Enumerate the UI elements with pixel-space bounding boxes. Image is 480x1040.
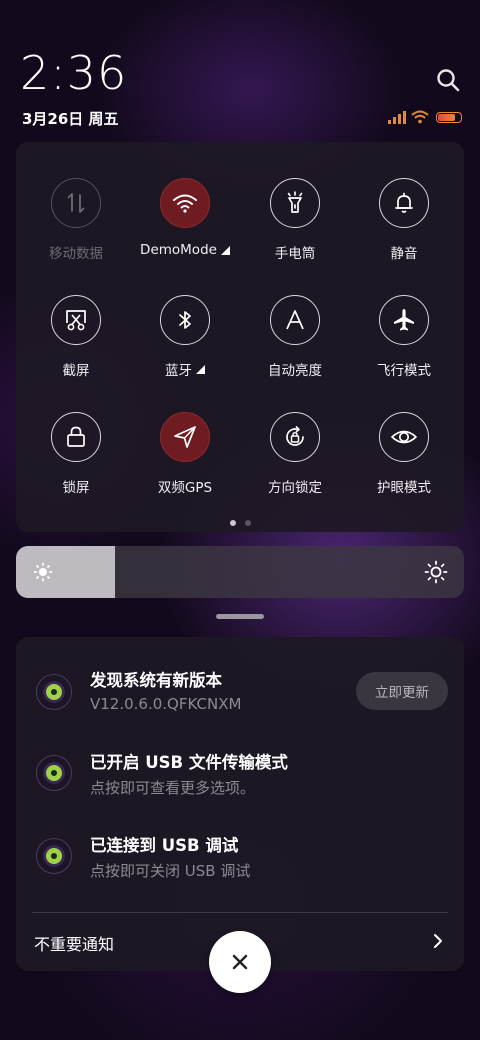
tile-label: 移动数据 <box>49 246 103 262</box>
auto-brightness-icon <box>286 310 304 330</box>
page-dot-active[interactable] <box>229 520 236 526</box>
notification-usb-transfer[interactable]: 已开启 USB 文件传输模式 点按即可查看更多选项。 <box>16 727 464 797</box>
app-icon <box>36 755 72 791</box>
tile-screenshot[interactable]: 截屏 <box>21 285 131 403</box>
page-indicator <box>16 520 464 526</box>
tile-label: 自动亮度 <box>268 363 322 379</box>
tile-bluetooth[interactable]: 蓝牙 <box>130 285 240 403</box>
expand-menu-icon[interactable] <box>220 245 230 255</box>
signal-icon <box>388 110 406 124</box>
battery-icon <box>436 111 462 123</box>
notification-panel: 发现系统有新版本 V12.0.6.0.QFKCNXM 立即更新 已开启 USB … <box>16 637 464 971</box>
wifi-icon <box>173 194 197 213</box>
tile-label: 蓝牙 <box>165 363 192 379</box>
unimportant-notifications-link[interactable]: 不重要通知 <box>34 931 114 955</box>
tile-label: DemoMode <box>140 242 217 258</box>
tile-label: 方向锁定 <box>268 480 322 496</box>
rotation-lock-icon <box>286 425 304 446</box>
eye-icon <box>391 430 417 444</box>
brightness-low-icon <box>33 562 53 582</box>
page-dot[interactable] <box>244 520 251 526</box>
tile-gps[interactable]: 双频GPS <box>130 402 240 520</box>
lock-screen-toggle[interactable] <box>51 412 101 462</box>
bluetooth-toggle[interactable] <box>160 295 210 345</box>
silent-toggle[interactable] <box>379 178 429 228</box>
screenshot-icon <box>66 310 86 331</box>
close-icon <box>232 954 248 970</box>
search-button[interactable] <box>434 66 462 94</box>
tile-wifi[interactable]: DemoMode <box>130 168 240 286</box>
tile-label: 截屏 <box>62 363 90 379</box>
tile-label: 双频GPS <box>157 480 213 496</box>
tile-rotation-lock[interactable]: 方向锁定 <box>240 402 350 520</box>
clear-all-button[interactable] <box>209 931 271 993</box>
search-icon <box>437 69 460 92</box>
notification-title: 已连接到 USB 调试 <box>90 836 239 855</box>
flashlight-icon <box>287 191 303 213</box>
mobile-data-icon <box>67 193 85 213</box>
notification-subtitle: V12.0.6.0.QFKCNXM <box>90 695 242 713</box>
eye-care-toggle[interactable] <box>379 412 429 462</box>
tile-label: 护眼模式 <box>377 480 431 496</box>
tile-eye-care[interactable]: 护眼模式 <box>349 402 459 520</box>
notification-usb-debugging[interactable]: 已连接到 USB 调试 点按即可关闭 USB 调试 <box>16 810 464 880</box>
rotation-lock-toggle[interactable] <box>270 412 320 462</box>
quick-settings-panel: 移动数据 DemoMode 手电筒 静音 截屏 蓝牙 自动亮度 飞行模式 锁屏 … <box>16 142 464 532</box>
app-icon <box>36 674 72 710</box>
tile-flashlight[interactable]: 手电筒 <box>240 168 350 286</box>
notification-subtitle: 点按即可关闭 USB 调试 <box>90 862 251 880</box>
expand-menu-icon[interactable] <box>196 364 205 374</box>
drag-handle[interactable] <box>216 614 264 619</box>
notification-title: 发现系统有新版本 <box>90 671 222 690</box>
tile-label: 锁屏 <box>62 480 90 496</box>
tile-lock-screen[interactable]: 锁屏 <box>21 402 131 520</box>
tile-silent[interactable]: 静音 <box>349 168 459 286</box>
tile-mobile-data[interactable]: 移动数据 <box>21 168 131 286</box>
mobile-data-toggle[interactable] <box>51 178 101 228</box>
clock: 2:36 <box>20 46 128 100</box>
bell-icon <box>395 192 413 213</box>
tile-label: 静音 <box>390 246 418 262</box>
airplane-toggle[interactable] <box>379 295 429 345</box>
tile-airplane[interactable]: 飞行模式 <box>349 285 459 403</box>
flashlight-toggle[interactable] <box>270 178 320 228</box>
brightness-high-icon <box>424 560 448 584</box>
lock-icon <box>67 426 85 447</box>
gps-toggle[interactable] <box>160 412 210 462</box>
tile-label: 飞行模式 <box>377 363 431 379</box>
status-icons <box>388 108 462 126</box>
notification-subtitle: 点按即可查看更多选项。 <box>90 779 256 797</box>
date: 3月26日 周五 <box>22 110 119 128</box>
notification-title: 已开启 USB 文件传输模式 <box>90 753 288 772</box>
wifi-toggle[interactable] <box>160 178 210 228</box>
screenshot-toggle[interactable] <box>51 295 101 345</box>
chevron-right-icon[interactable] <box>430 932 446 950</box>
brightness-slider[interactable] <box>16 546 464 598</box>
gps-icon <box>174 426 196 448</box>
divider <box>32 912 448 913</box>
app-icon <box>36 838 72 874</box>
tile-label: 手电筒 <box>274 246 316 262</box>
update-now-button[interactable]: 立即更新 <box>356 672 448 710</box>
notification-system-update[interactable]: 发现系统有新版本 V12.0.6.0.QFKCNXM 立即更新 <box>16 637 464 713</box>
auto-brightness-toggle[interactable] <box>270 295 320 345</box>
bluetooth-icon <box>179 311 191 329</box>
airplane-icon <box>394 309 414 331</box>
brightness-fill <box>16 546 115 598</box>
wifi-status-icon <box>411 110 429 124</box>
tile-auto-brightness[interactable]: 自动亮度 <box>240 285 350 403</box>
